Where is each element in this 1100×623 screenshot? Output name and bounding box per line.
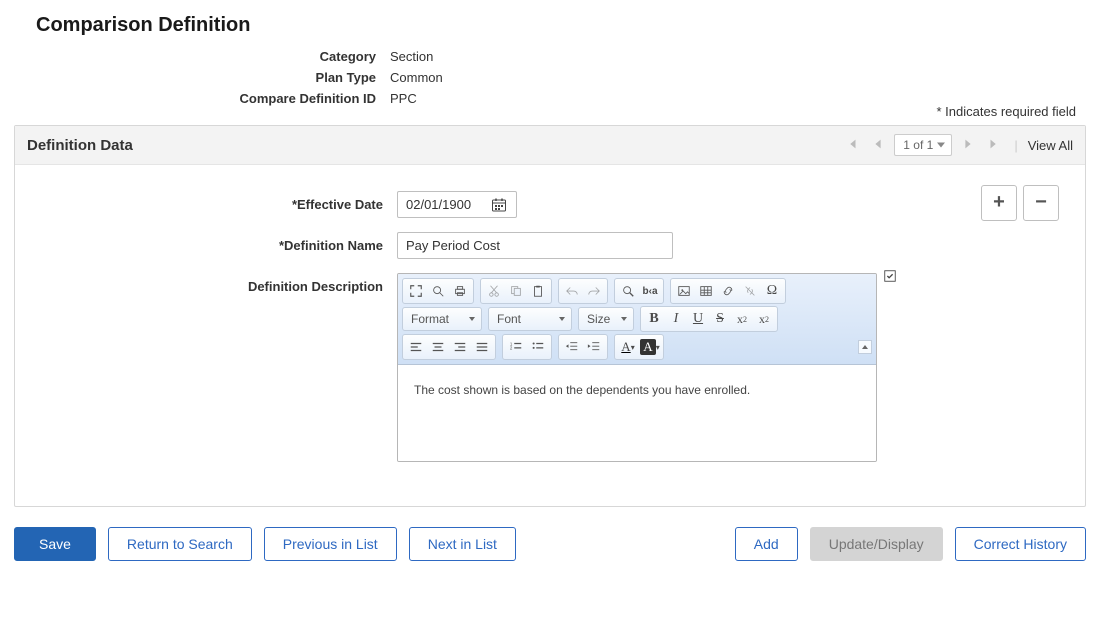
preview-icon[interactable] [427,281,449,301]
definition-desc-label: Definition Description [41,273,397,294]
align-justify-icon[interactable] [471,337,493,357]
image-icon[interactable] [673,281,695,301]
last-page-button[interactable] [984,137,1004,154]
underline-button[interactable]: U [687,309,709,329]
superscript-button[interactable]: x2 [753,309,775,329]
undo-icon[interactable] [561,281,583,301]
page-title: Comparison Definition [36,14,1090,37]
correct-history-button[interactable]: Correct History [955,527,1086,561]
find-icon[interactable] [617,281,639,301]
previous-in-list-button[interactable]: Previous in List [264,527,397,561]
numbered-list-icon[interactable]: 12 [505,337,527,357]
outdent-icon[interactable] [561,337,583,357]
definition-data-panel: Definition Data 1 of 1 | View All + − [14,125,1086,507]
replace-icon[interactable]: b‹a [639,281,661,301]
redo-icon[interactable] [583,281,605,301]
rte-toolbar: b‹a Ω Fo [398,274,876,365]
rte-body[interactable]: The cost shown is based on the dependent… [398,365,876,461]
bg-color-icon[interactable]: A▾ [639,337,661,357]
pager-separator: | [1014,138,1017,153]
paste-icon[interactable] [527,281,549,301]
plan-type-value: Common [390,70,443,85]
italic-button[interactable]: I [665,309,687,329]
next-in-list-button[interactable]: Next in List [409,527,516,561]
text-color-icon[interactable]: A▾ [617,337,639,357]
font-select[interactable]: Font [488,307,572,331]
action-bar: Save Return to Search Previous in List N… [14,527,1086,561]
prev-page-button[interactable] [868,137,888,154]
popout-icon[interactable] [883,269,897,286]
update-display-button[interactable]: Update/Display [810,527,943,561]
bold-button[interactable]: B [643,309,665,329]
table-icon[interactable] [695,281,717,301]
size-select[interactable]: Size [578,307,634,331]
panel-body: + − *Effective Date *Definition Name Def… [15,165,1085,506]
cut-icon[interactable] [483,281,505,301]
pager-select[interactable]: 1 of 1 [894,134,952,156]
delete-row-button[interactable]: − [1023,185,1059,221]
effective-date-input[interactable] [397,191,517,218]
category-label: Category [10,49,390,64]
panel-header: Definition Data 1 of 1 | View All [15,126,1085,165]
row-controls: + − [981,185,1059,221]
effective-date-label: *Effective Date [41,191,397,212]
copy-icon[interactable] [505,281,527,301]
definition-name-input[interactable] [397,232,673,259]
svg-text:2: 2 [510,346,513,351]
link-icon[interactable] [717,281,739,301]
category-value: Section [390,49,433,64]
definition-name-label: *Definition Name [41,232,397,253]
align-center-icon[interactable] [427,337,449,357]
required-note: * Indicates required field [10,104,1076,119]
indent-icon[interactable] [583,337,605,357]
rich-text-editor: b‹a Ω Fo [397,273,877,462]
print-icon[interactable] [449,281,471,301]
header-fields: Category Section Plan Type Common Compar… [10,49,1090,106]
unlink-icon[interactable] [739,281,761,301]
format-select[interactable]: Format [402,307,482,331]
special-char-icon[interactable]: Ω [761,281,783,301]
panel-title: Definition Data [27,137,133,154]
strike-button[interactable]: S [709,309,731,329]
view-all-link[interactable]: View All [1028,138,1073,153]
pager: 1 of 1 | View All [842,134,1073,156]
add-button[interactable]: Add [735,527,798,561]
first-page-button[interactable] [842,137,862,154]
return-to-search-button[interactable]: Return to Search [108,527,252,561]
align-left-icon[interactable] [405,337,427,357]
maximize-icon[interactable] [405,281,427,301]
subscript-button[interactable]: x2 [731,309,753,329]
compare-def-id-value: PPC [390,91,417,106]
plan-type-label: Plan Type [10,70,390,85]
align-right-icon[interactable] [449,337,471,357]
bullet-list-icon[interactable] [527,337,549,357]
next-page-button[interactable] [958,137,978,154]
collapse-toolbar-icon[interactable] [858,340,872,354]
add-row-button[interactable]: + [981,185,1017,221]
compare-def-id-label: Compare Definition ID [10,91,390,106]
save-button[interactable]: Save [14,527,96,561]
